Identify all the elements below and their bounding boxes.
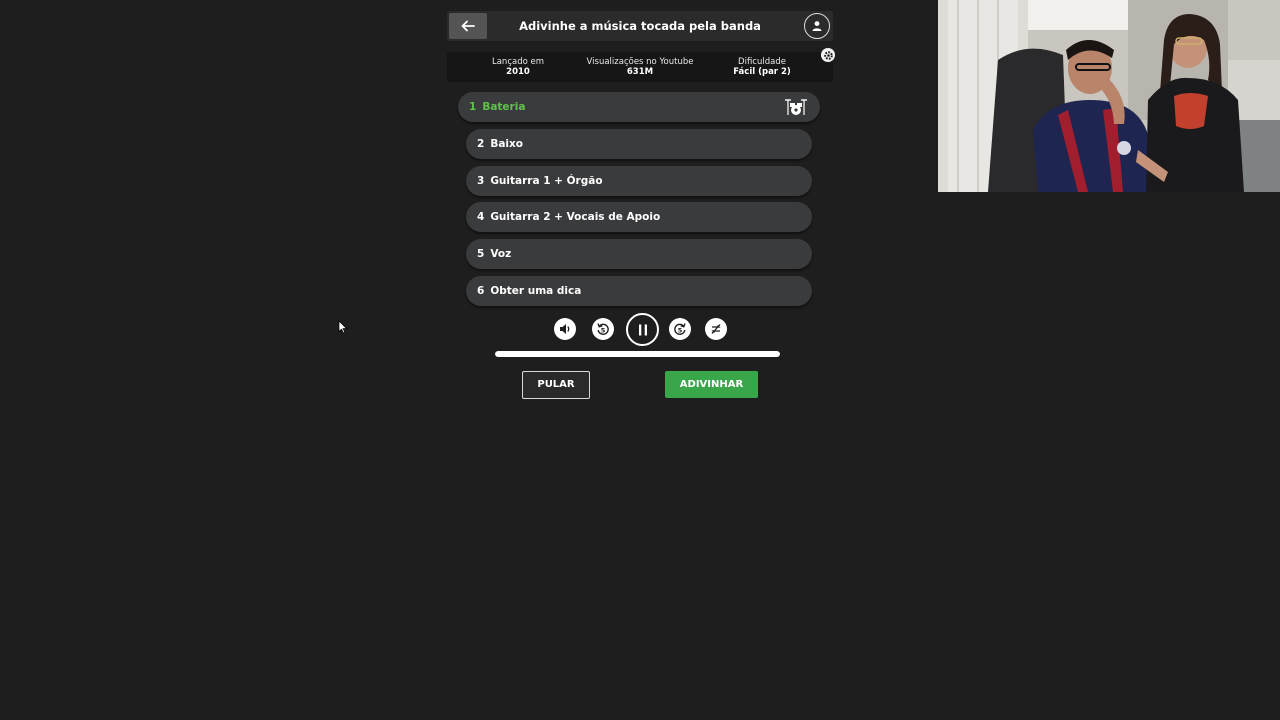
track-number: 6: [477, 285, 485, 297]
page-title: Adivinhe a música tocada pela banda: [519, 19, 761, 33]
track-item-3[interactable]: 3 Guitarra 1 + Órgão: [466, 166, 812, 196]
progress-bar[interactable]: [495, 351, 780, 357]
views-label: Visualizações no Youtube: [586, 57, 694, 67]
track-name: Voz: [490, 248, 512, 260]
back-button[interactable]: [449, 13, 487, 39]
skip-button[interactable]: PULAR: [522, 371, 590, 399]
track-name: Baixo: [490, 138, 523, 150]
track-name: Bateria: [482, 101, 526, 113]
header-bar: Adivinhe a música tocada pela banda: [447, 11, 833, 41]
rewind-5-icon: 5: [597, 323, 609, 335]
drum-kit-icon: [785, 99, 807, 115]
progress-fill: [495, 351, 780, 357]
track-number: 4: [477, 211, 485, 223]
track-item-2[interactable]: 2 Baixo: [466, 129, 812, 159]
volume-icon: [560, 324, 570, 334]
difficulty-value: Fácil (par 2): [733, 67, 791, 77]
volume-button[interactable]: [554, 318, 576, 340]
track-label: 5 Voz: [477, 239, 511, 269]
pause-icon: [638, 324, 647, 335]
track-label: 6 Obter uma dica: [477, 276, 581, 306]
track-item-1[interactable]: 1 Bateria: [458, 92, 820, 122]
svg-text:5: 5: [678, 327, 683, 335]
track-label: 2 Baixo: [477, 129, 523, 159]
pause-button[interactable]: [626, 313, 659, 346]
track-number: 2: [477, 138, 485, 150]
track-name: Guitarra 2 + Vocais de Apoio: [490, 211, 661, 223]
track-label: 4 Guitarra 2 + Vocais de Apoio: [477, 202, 660, 232]
gear-icon: [823, 50, 833, 60]
song-info-bar: Lançado em 2010 Visualizações no Youtube…: [447, 52, 833, 82]
webcam-image: [938, 0, 1280, 192]
repeat-button[interactable]: [705, 318, 727, 340]
rewind-button[interactable]: 5: [592, 318, 614, 340]
mouse-cursor-icon: [338, 320, 348, 334]
track-name: Obter uma dica: [490, 285, 582, 297]
views-value: 631M: [626, 67, 654, 77]
track-item-5[interactable]: 5 Voz: [466, 239, 812, 269]
release-value: 2010: [506, 67, 530, 77]
track-name: Guitarra 1 + Órgão: [490, 175, 603, 187]
page: Adivinhe a música tocada pela banda Lanç…: [0, 0, 1280, 720]
settings-button[interactable]: [821, 48, 835, 62]
svg-text:5: 5: [601, 327, 606, 335]
forward-5-icon: 5: [674, 323, 686, 335]
arrow-left-icon: [461, 20, 475, 32]
track-item-4[interactable]: 4 Guitarra 2 + Vocais de Apoio: [466, 202, 812, 232]
webcam-feed: [938, 0, 1280, 192]
release-label: Lançado em: [491, 57, 545, 67]
difficulty-label: Dificuldade: [738, 57, 786, 67]
user-icon: [812, 21, 822, 31]
track-number: 5: [477, 248, 485, 260]
forward-button[interactable]: 5: [669, 318, 691, 340]
repeat-off-icon: [711, 324, 721, 334]
track-number: 3: [477, 175, 485, 187]
views-info: Visualizações no Youtube 631M: [580, 57, 700, 78]
track-label: 3 Guitarra 1 + Órgão: [477, 166, 603, 196]
guess-button[interactable]: ADIVINHAR: [665, 371, 758, 398]
track-label: 1 Bateria: [469, 92, 525, 122]
release-info: Lançado em 2010: [458, 57, 578, 78]
track-number: 1: [469, 101, 477, 113]
hint-item[interactable]: 6 Obter uma dica: [466, 276, 812, 306]
difficulty-info: Dificuldade Fácil (par 2): [702, 57, 822, 78]
player-controls: 5 5: [553, 313, 729, 346]
account-button[interactable]: [804, 13, 830, 39]
